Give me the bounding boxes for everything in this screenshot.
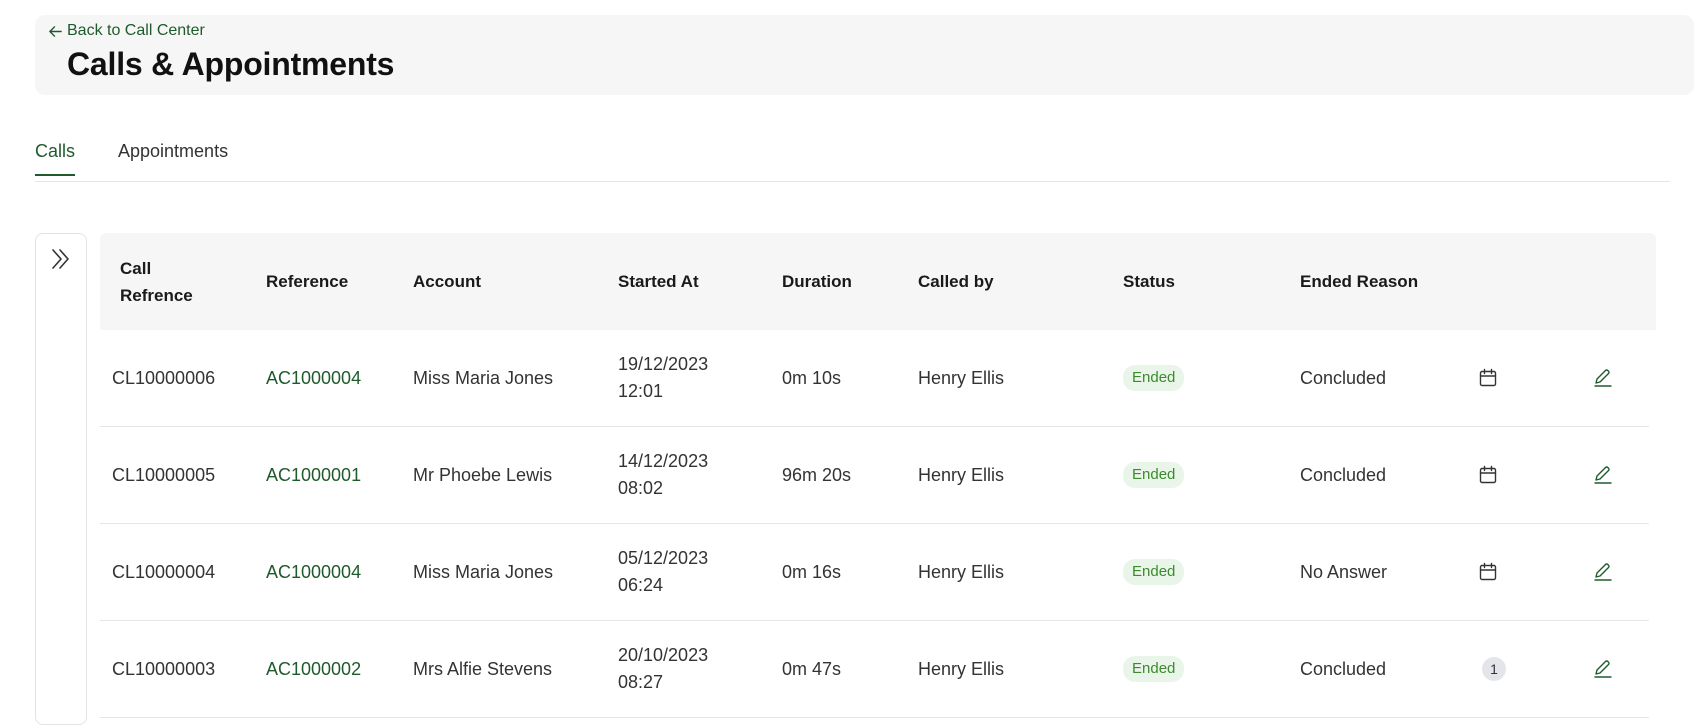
- status-badge: Ended: [1123, 656, 1185, 682]
- call-ref-cell: CL10000006: [112, 367, 216, 388]
- table-row[interactable]: CL10000006 AC1000004 Miss Maria Jones 19…: [100, 330, 1649, 427]
- duration-cell: 96m 20s: [782, 464, 852, 485]
- edit-cell: [1593, 427, 1613, 523]
- duration-cell: 0m 16s: [782, 561, 842, 582]
- started-at-cell: 05/12/2023 06:24: [618, 524, 708, 620]
- ended-reason-cell: Concluded: [1300, 367, 1387, 388]
- calendar-icon[interactable]: [1478, 562, 1498, 582]
- ended-reason-cell: Concluded: [1300, 658, 1387, 679]
- account-reference-link[interactable]: AC1000004: [266, 330, 361, 426]
- started-date: 19/12/2023: [618, 354, 709, 374]
- account-cell: Miss Maria Jones: [413, 561, 554, 582]
- tab-calls[interactable]: Calls: [35, 141, 76, 176]
- column-header-reference[interactable]: Reference: [266, 233, 348, 330]
- account-reference-link[interactable]: AC1000004: [266, 524, 361, 620]
- started-at-cell: 20/10/2023 08:27: [618, 621, 708, 717]
- called-by-cell: Henry Ellis: [918, 561, 1005, 582]
- arrow-left-icon: [49, 25, 62, 37]
- started-time: 08:27: [618, 672, 664, 692]
- calendar-cell: [1478, 427, 1498, 523]
- started-time: 12:01: [618, 381, 664, 401]
- filter-side-panel: [35, 233, 87, 725]
- status-cell: Ended: [1123, 330, 1185, 426]
- status-cell: Ended: [1123, 427, 1185, 523]
- column-header-called-by[interactable]: Called by: [918, 233, 994, 330]
- ended-reason-cell: No Answer: [1300, 561, 1388, 582]
- back-to-call-center-link[interactable]: Back to Call Center: [48, 22, 205, 40]
- status-badge: Ended: [1123, 365, 1185, 391]
- calendar-cell: [1478, 330, 1498, 426]
- column-header-ended-reason[interactable]: Ended Reason: [1300, 233, 1418, 330]
- duration-cell: 0m 10s: [782, 367, 842, 388]
- duration-cell: 0m 47s: [782, 658, 842, 679]
- table-row[interactable]: CL10000004 AC1000004 Miss Maria Jones 05…: [100, 524, 1649, 621]
- ended-reason-cell: Concluded: [1300, 464, 1387, 485]
- column-header-status[interactable]: Status: [1123, 233, 1175, 330]
- status-badge: Ended: [1123, 559, 1185, 585]
- call-ref-cell: CL10000003: [112, 658, 216, 679]
- started-at-cell: 19/12/2023 12:01: [618, 330, 708, 426]
- calls-table: Call Refrence Reference Account Started …: [100, 233, 1656, 718]
- table-header: Call Refrence Reference Account Started …: [100, 233, 1656, 330]
- call-ref-cell: CL10000004: [112, 561, 216, 582]
- edit-pencil-icon[interactable]: [1593, 659, 1613, 679]
- started-date: 20/10/2023: [618, 645, 709, 665]
- column-header-started-at[interactable]: Started At: [618, 233, 699, 330]
- account-cell: Mr Phoebe Lewis: [413, 464, 553, 485]
- started-time: 06:24: [618, 575, 664, 595]
- count-cell: 1: [1482, 621, 1506, 717]
- started-date: 05/12/2023: [618, 548, 709, 568]
- account-cell: Mrs Alfie Stevens: [413, 658, 553, 679]
- called-by-cell: Henry Ellis: [918, 367, 1005, 388]
- started-time: 08:02: [618, 478, 664, 498]
- table-row[interactable]: CL10000005 AC1000001 Mr Phoebe Lewis 14/…: [100, 427, 1649, 524]
- tab-appointments[interactable]: Appointments: [118, 141, 228, 174]
- edit-cell: [1593, 621, 1613, 717]
- started-date: 14/12/2023: [618, 451, 709, 471]
- status-badge: Ended: [1123, 462, 1185, 488]
- edit-pencil-icon[interactable]: [1593, 368, 1613, 388]
- appointment-count-badge[interactable]: 1: [1482, 657, 1506, 681]
- calendar-cell: [1478, 524, 1498, 620]
- started-at-cell: 14/12/2023 08:02: [618, 427, 708, 523]
- called-by-cell: Henry Ellis: [918, 658, 1005, 679]
- tab-bar: Calls Appointments: [35, 135, 1670, 182]
- calendar-icon[interactable]: [1478, 368, 1498, 388]
- account-reference-link[interactable]: AC1000002: [266, 621, 361, 717]
- page-title: Calls & Appointments: [67, 46, 395, 82]
- chevrons-right-icon[interactable]: [48, 246, 74, 272]
- calendar-icon[interactable]: [1478, 465, 1498, 485]
- edit-pencil-icon[interactable]: [1593, 562, 1613, 582]
- account-reference-link[interactable]: AC1000001: [266, 427, 361, 523]
- edit-cell: [1593, 524, 1613, 620]
- edit-cell: [1593, 330, 1613, 426]
- called-by-cell: Henry Ellis: [918, 464, 1005, 485]
- column-header-duration[interactable]: Duration: [782, 233, 852, 330]
- call-ref-cell: CL10000005: [112, 464, 216, 485]
- back-link-label: Back to Call Center: [67, 22, 205, 39]
- status-cell: Ended: [1123, 621, 1185, 717]
- status-cell: Ended: [1123, 524, 1185, 620]
- column-header-call-reference[interactable]: Call Refrence: [120, 233, 193, 330]
- table-row[interactable]: CL10000003 AC1000002 Mrs Alfie Stevens 2…: [100, 621, 1649, 718]
- column-header-account[interactable]: Account: [413, 233, 481, 330]
- account-cell: Miss Maria Jones: [413, 367, 554, 388]
- edit-pencil-icon[interactable]: [1593, 465, 1613, 485]
